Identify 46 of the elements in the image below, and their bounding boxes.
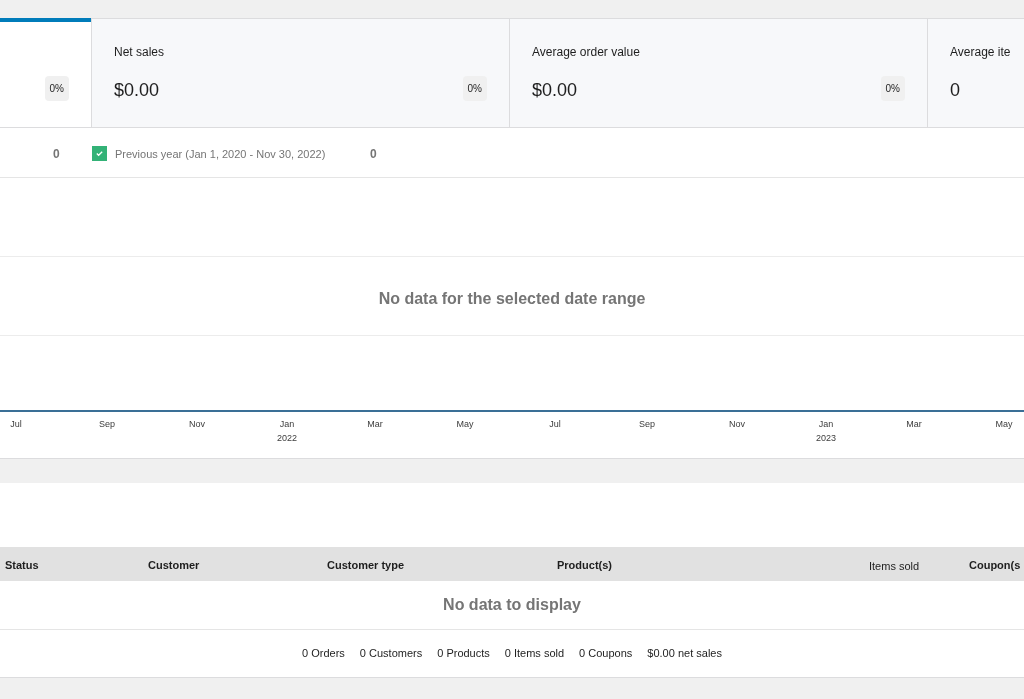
column-header[interactable]: Customer type	[327, 557, 405, 574]
axis-label: Jul	[10, 418, 22, 431]
empty-message: No data to display	[443, 595, 581, 615]
metric-label: Net sales	[114, 44, 165, 61]
summary-stat: 0 Products	[437, 646, 490, 662]
axis-label: Jan	[818, 418, 834, 431]
metric-card[interactable]: Net sales $0.00 0%	[92, 19, 510, 127]
axis-label: Nov	[189, 418, 205, 431]
axis-label: Jan	[279, 418, 295, 431]
axis-label: Mar	[906, 418, 922, 431]
delta-badge: 0%	[880, 76, 905, 101]
column-header[interactable]: Items sold	[869, 558, 920, 575]
metric-card[interactable]: Average ite 0	[928, 19, 1024, 127]
metric-label: Average order value	[532, 44, 640, 61]
metric-value: 0	[950, 79, 960, 102]
metric-card[interactable]: 0%	[0, 19, 92, 127]
legend-value: 0	[370, 146, 377, 163]
column-header[interactable]: Customer	[148, 557, 200, 574]
axis-label: Mar	[367, 418, 383, 431]
axis-label: Jul	[549, 418, 561, 431]
column-header[interactable]: Product(s)	[557, 557, 612, 574]
metric-card[interactable]: Average order value $0.00 0%	[510, 19, 928, 127]
no-data-message: No data for the selected date range	[377, 289, 647, 309]
axis-label: 2023	[816, 432, 836, 445]
checkbox[interactable]	[92, 146, 107, 161]
metric-value: $0.00	[532, 79, 578, 102]
metric-value: $0.00	[114, 79, 160, 102]
axis-label: May	[456, 418, 474, 431]
axis-label: Sep	[99, 418, 115, 431]
column-header[interactable]: Coupon(s	[969, 557, 1021, 574]
legend-label: Previous year (Jan 1, 2020 - Nov 30, 2022)	[115, 147, 326, 162]
axis-label: Nov	[729, 418, 745, 431]
summary-stat: 0 Coupons	[579, 646, 633, 662]
column-header[interactable]: Status	[5, 557, 39, 574]
delta-badge: 0%	[462, 76, 487, 101]
check-icon	[95, 149, 104, 158]
metric-label: Average ite	[950, 44, 1011, 61]
summary-stat: $0.00 net sales	[647, 646, 722, 662]
summary-stat: 0 Orders	[302, 646, 345, 662]
delta-badge: 0%	[44, 76, 69, 101]
axis-label: Sep	[639, 418, 655, 431]
axis-label: May	[995, 418, 1013, 431]
summary-stat: 0 Items sold	[504, 646, 565, 662]
legend-value: 0	[53, 146, 60, 163]
summary-stat: 0 Customers	[359, 646, 423, 662]
axis-label: 2022	[277, 432, 297, 445]
